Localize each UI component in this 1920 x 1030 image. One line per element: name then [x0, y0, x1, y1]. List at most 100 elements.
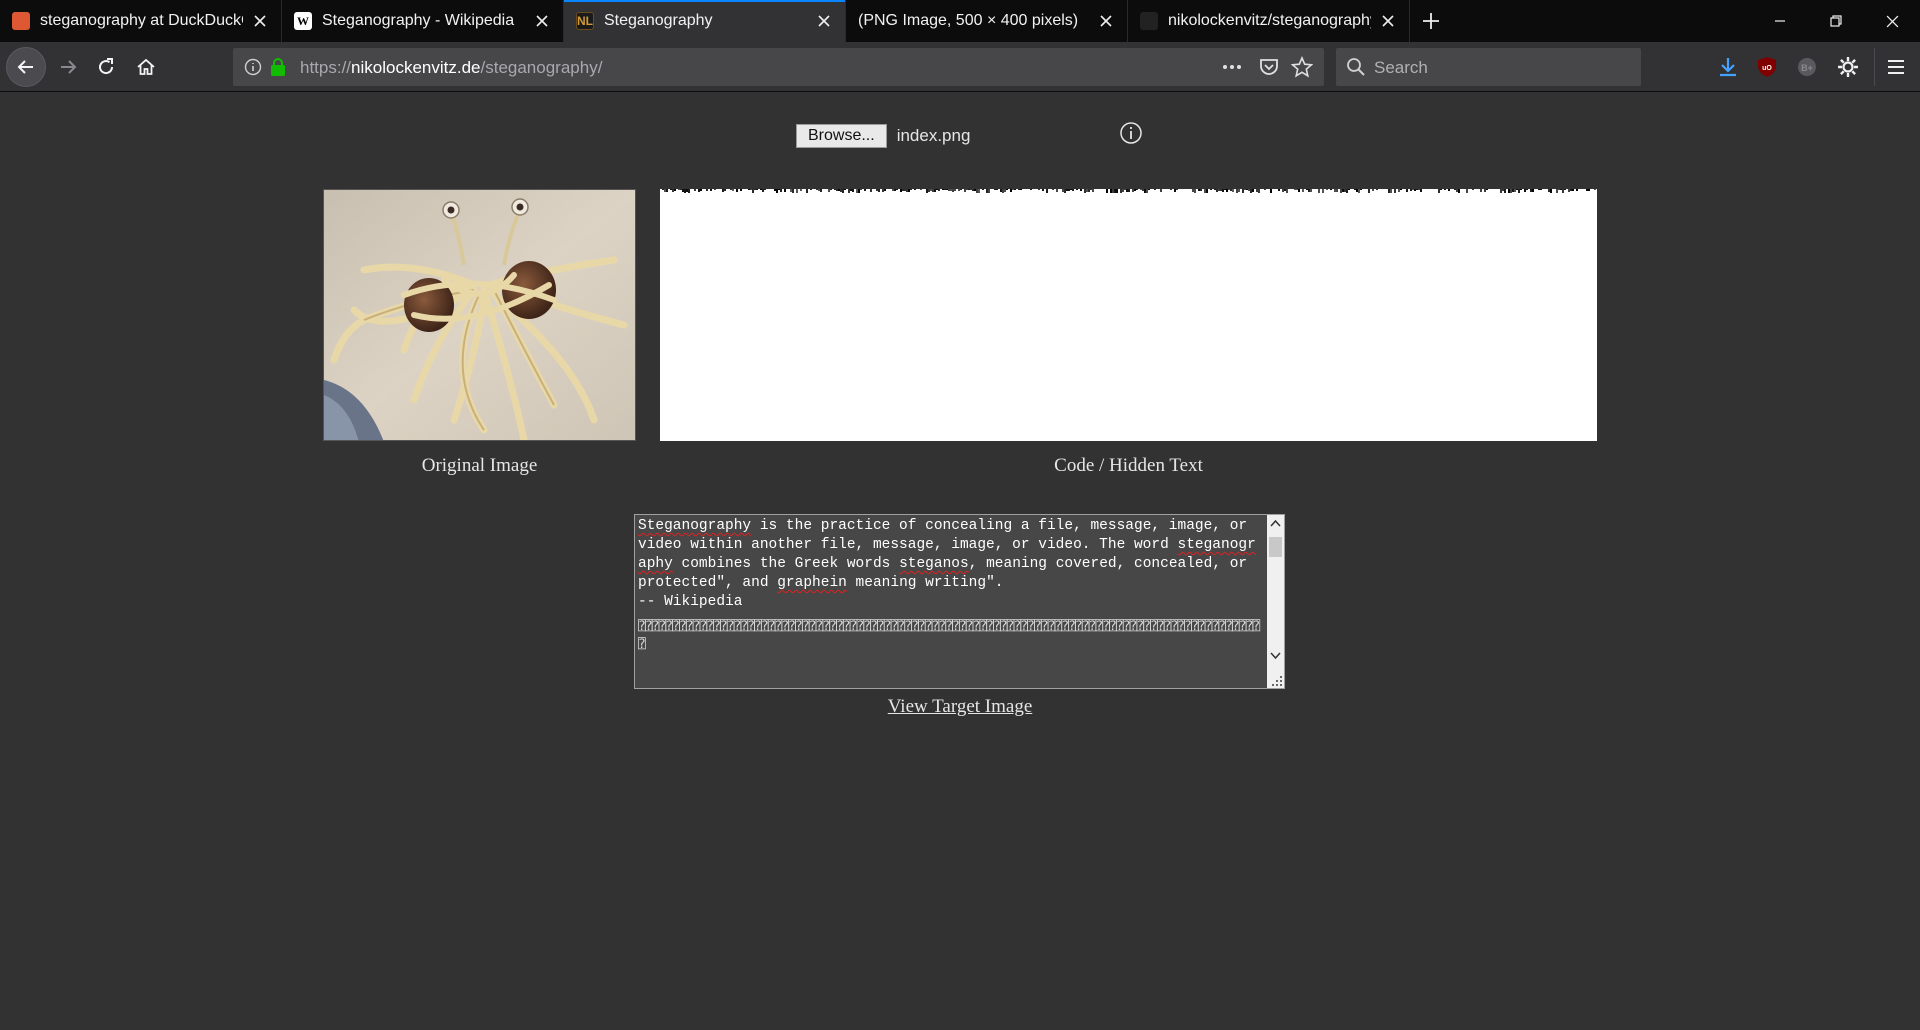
- noise-pixel: [1144, 189, 1146, 193]
- noise-pixel: [680, 189, 682, 190]
- noise-pixel: [1018, 189, 1020, 190]
- noise-pixel: [1516, 189, 1518, 190]
- noise-pixel: [706, 189, 708, 191]
- search-bar[interactable]: Search: [1336, 48, 1641, 86]
- bookmark-star-icon[interactable]: [1290, 55, 1314, 83]
- noise-pixel: [986, 189, 988, 193]
- resize-grip-icon[interactable]: [1269, 673, 1283, 687]
- scroll-down-arrow-icon[interactable]: [1270, 652, 1281, 660]
- menu-button[interactable]: [1881, 52, 1911, 82]
- noise-pixel: [1124, 189, 1126, 190]
- noise-pixel: [1410, 189, 1412, 191]
- noise-pixel: [896, 189, 898, 190]
- noise-pixel: [996, 189, 998, 190]
- close-tab-icon[interactable]: [531, 10, 553, 32]
- noise-pixel: [1400, 189, 1402, 190]
- noise-pixel: [952, 189, 954, 192]
- noise-pixel: [920, 189, 922, 190]
- noise-pixel: [1030, 189, 1032, 190]
- close-tab-icon[interactable]: [1377, 10, 1399, 32]
- noise-pixel: [1224, 189, 1226, 190]
- lock-icon[interactable]: [269, 57, 287, 82]
- forward-button[interactable]: [50, 49, 86, 85]
- url-bar[interactable]: https://nikolockenvitz.de/steganography/: [233, 48, 1324, 86]
- noise-pixel: [750, 189, 752, 190]
- info-circle-icon[interactable]: [1119, 121, 1143, 145]
- noise-pixel: [1086, 189, 1088, 192]
- tab-steganography[interactable]: NL Steganography: [564, 0, 846, 42]
- noise-pixel: [1248, 189, 1250, 191]
- tab-github[interactable]: nikolockenvitz/steganography:: [1128, 0, 1410, 42]
- noise-pixel: [856, 189, 858, 193]
- noise-pixel: [974, 189, 976, 191]
- noise-pixel: [1548, 189, 1550, 192]
- restore-button[interactable]: [1808, 0, 1864, 42]
- view-target-image-link[interactable]: View Target Image: [0, 696, 1920, 718]
- url-text[interactable]: https://nikolockenvitz.de/steganography/: [300, 58, 602, 78]
- scrollbar-thumb[interactable]: [1269, 537, 1282, 557]
- noise-pixel: [1232, 189, 1234, 192]
- noise-pixel: [1310, 189, 1312, 192]
- original-image: [323, 189, 636, 441]
- noise-pixel: [1540, 189, 1542, 190]
- noise-pixel: [1228, 189, 1230, 190]
- noise-pixel: [1192, 189, 1194, 192]
- tab-wikipedia[interactable]: W Steganography - Wikipedia: [282, 0, 564, 42]
- scroll-up-arrow-icon[interactable]: [1270, 519, 1281, 527]
- noise-pixel: [1278, 189, 1280, 191]
- noise-pixel: [944, 189, 946, 190]
- page-actions-icon[interactable]: [1221, 57, 1243, 82]
- browse-button[interactable]: Browse...: [796, 124, 887, 148]
- noise-pixel: [1142, 189, 1144, 191]
- textarea-scrollbar[interactable]: [1267, 515, 1284, 688]
- home-button[interactable]: [128, 49, 164, 85]
- noise-pixel: [1586, 189, 1588, 191]
- search-input[interactable]: Search: [1374, 58, 1428, 78]
- downloads-button[interactable]: [1713, 52, 1743, 82]
- close-icon: [1886, 15, 1898, 27]
- extension-button[interactable]: B+: [1792, 52, 1822, 82]
- noise-pixel: [934, 189, 936, 192]
- close-window-button[interactable]: [1864, 0, 1920, 42]
- close-tab-icon[interactable]: [249, 10, 271, 32]
- noise-pixel: [710, 189, 712, 191]
- noise-pixel: [1286, 189, 1288, 193]
- noise-pixel: [1072, 189, 1074, 191]
- ublock-origin-button[interactable]: uO: [1752, 52, 1782, 82]
- noise-pixel: [1354, 189, 1356, 190]
- noise-pixel: [942, 189, 944, 190]
- back-button[interactable]: [6, 47, 46, 87]
- noise-pixel: [864, 189, 866, 191]
- noise-pixel: [774, 189, 776, 191]
- noise-pixel: [1302, 189, 1304, 192]
- plus-icon: [1423, 13, 1439, 29]
- new-tab-button[interactable]: [1410, 0, 1452, 42]
- hidden-text-textarea[interactable]: Steganography is the practice of conceal…: [634, 514, 1285, 689]
- file-input[interactable]: Browse... index.png: [796, 124, 970, 148]
- tab-duckduckgo[interactable]: steganography at DuckDuckGo: [0, 0, 282, 42]
- noise-pixel: [816, 189, 818, 190]
- noise-pixel: [900, 189, 902, 192]
- close-tab-icon[interactable]: [813, 10, 835, 32]
- settings-button[interactable]: [1833, 52, 1863, 82]
- close-tab-icon[interactable]: [1095, 10, 1117, 32]
- noise-pixel: [1200, 189, 1202, 191]
- noise-pixel: [1218, 189, 1220, 191]
- noise-pixel: [1252, 189, 1254, 192]
- pocket-icon[interactable]: [1258, 56, 1280, 83]
- toolbar-divider: [1874, 48, 1875, 86]
- home-icon: [137, 58, 155, 75]
- noise-pixel: [1250, 189, 1252, 193]
- noise-pixel: [876, 189, 878, 191]
- info-circle-icon[interactable]: [244, 58, 262, 81]
- minimize-button[interactable]: [1752, 0, 1808, 42]
- noise-pixel: [1176, 189, 1178, 190]
- noise-pixel: [1458, 189, 1460, 193]
- noise-pixel: [1510, 189, 1512, 193]
- noise-pixel: [1112, 189, 1114, 193]
- noise-pixel: [792, 189, 794, 193]
- noise-pixel: [1508, 189, 1510, 193]
- reload-button[interactable]: [88, 49, 124, 85]
- noise-pixel: [776, 189, 778, 193]
- tab-png-image[interactable]: (PNG Image, 500 × 400 pixels): [846, 0, 1128, 42]
